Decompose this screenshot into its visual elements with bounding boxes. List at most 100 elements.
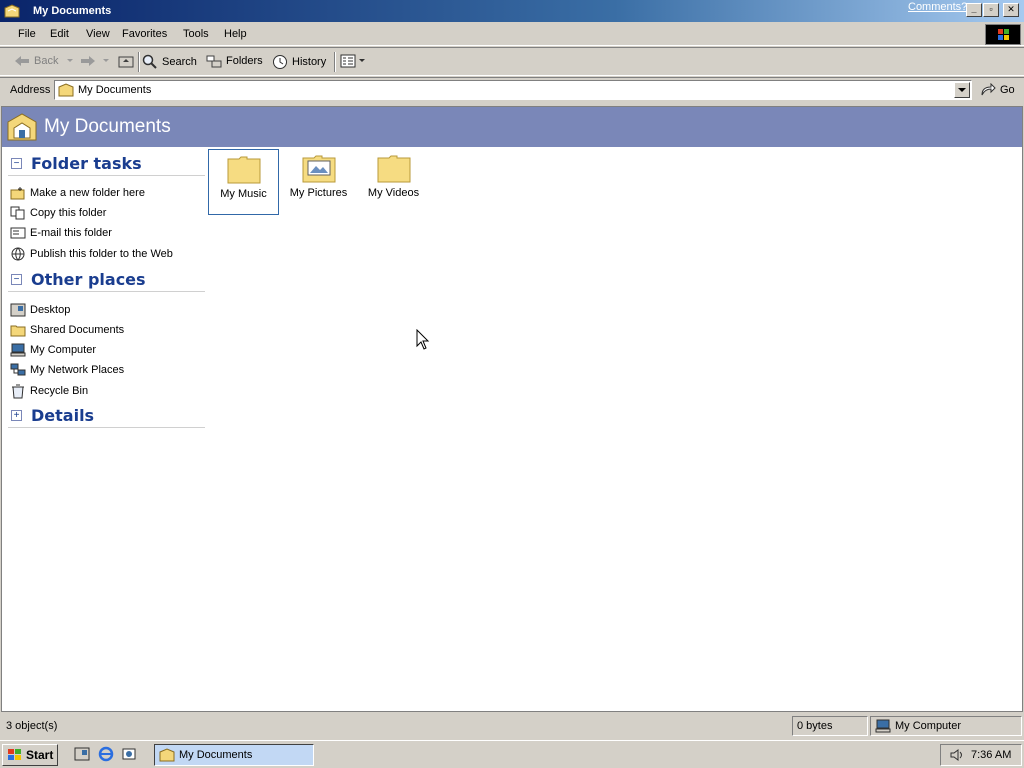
place-recycle-bin[interactable]: Recycle Bin — [10, 383, 88, 399]
back-button[interactable]: Back — [14, 54, 78, 68]
chevron-down-icon — [67, 59, 74, 62]
forward-arrow-icon — [81, 56, 95, 66]
search-icon — [142, 54, 157, 69]
comments-link[interactable]: Comments? — [908, 1, 967, 13]
status-location-label: My Computer — [895, 720, 962, 732]
up-folder-button[interactable] — [118, 54, 138, 68]
maximize-button[interactable]: ▫ — [983, 3, 999, 17]
folders-icon — [206, 55, 222, 68]
status-size: 0 bytes — [792, 716, 868, 736]
folder-home-icon — [4, 4, 20, 18]
menu-tools[interactable]: Tools — [183, 28, 209, 40]
toolbar: Back Search Folders History — [0, 47, 1024, 76]
folder-home-icon — [159, 748, 175, 762]
chevron-down-icon — [958, 88, 966, 92]
folder-my-videos[interactable]: My Videos — [358, 149, 429, 215]
place-label: Shared Documents — [30, 324, 125, 336]
menu-help[interactable]: Help — [224, 28, 247, 40]
task-copy-folder[interactable]: Copy this folder — [10, 206, 106, 220]
folder-icon — [10, 325, 26, 337]
folders-button[interactable]: Folders — [206, 54, 263, 68]
toolbar-separator — [138, 52, 140, 72]
place-label: Desktop — [30, 304, 71, 316]
address-dropdown-button[interactable] — [954, 82, 970, 98]
other-places-header[interactable]: − Other places — [8, 268, 205, 292]
network-icon — [10, 363, 26, 376]
menu-file[interactable]: File — [18, 28, 36, 40]
place-desktop[interactable]: Desktop — [10, 303, 70, 317]
explorer-content-area[interactable]: My Documents − Folder tasks Make a new f… — [1, 106, 1023, 712]
address-label: Address — [10, 84, 51, 96]
task-email-folder[interactable]: E-mail this folder — [10, 226, 112, 240]
go-button[interactable]: Go — [980, 83, 1015, 97]
window-title: My Documents — [33, 5, 112, 17]
start-label: Start — [26, 748, 54, 762]
place-label: My Computer — [30, 344, 97, 356]
menu-view[interactable]: View — [86, 28, 110, 40]
up-folder-icon — [118, 56, 134, 68]
views-button[interactable] — [340, 54, 370, 68]
go-label: Go — [1000, 84, 1015, 96]
views-icon — [340, 54, 356, 68]
computer-icon — [875, 719, 891, 733]
history-button[interactable]: History — [272, 54, 326, 70]
address-value: My Documents — [78, 84, 152, 96]
place-label: My Network Places — [30, 364, 125, 376]
task-label: E-mail this folder — [30, 227, 112, 239]
folder-tasks-header[interactable]: − Folder tasks — [8, 152, 205, 176]
go-arrow-icon — [981, 83, 996, 96]
expand-icon[interactable]: + — [11, 410, 22, 421]
copy-icon — [10, 206, 25, 220]
title-bar[interactable]: My Documents Comments? _ ▫ ✕ — [0, 0, 1024, 22]
folder-icon — [377, 155, 410, 183]
folder-icon — [227, 156, 260, 184]
toolbar-separator — [334, 52, 336, 72]
history-icon — [273, 55, 287, 69]
close-button[interactable]: ✕ — [1003, 3, 1019, 17]
taskbar-my-documents[interactable]: My Documents — [154, 744, 314, 766]
place-my-network-places[interactable]: My Network Places — [10, 363, 124, 377]
volume-icon[interactable] — [949, 748, 965, 762]
internet-explorer-icon[interactable] — [98, 746, 114, 762]
place-my-computer[interactable]: My Computer — [10, 343, 96, 357]
menu-favorites[interactable]: Favorites — [122, 28, 167, 40]
address-bar: Address My Documents Go — [0, 77, 1024, 103]
folder-my-pictures[interactable]: My Pictures — [283, 149, 354, 215]
search-label: Search — [162, 56, 197, 68]
status-bar: 3 object(s) 0 bytes My Computer — [0, 714, 1024, 738]
place-shared-documents[interactable]: Shared Documents — [10, 323, 124, 337]
folder-home-icon — [7, 113, 37, 141]
history-label: History — [292, 56, 327, 68]
chevron-down-icon — [103, 59, 109, 62]
show-desktop-icon[interactable] — [74, 746, 90, 762]
folder-home-icon — [58, 83, 74, 97]
task-label: Publish this folder to the Web — [30, 248, 173, 260]
folders-label: Folders — [226, 55, 263, 67]
collapse-icon[interactable]: − — [11, 274, 22, 285]
other-places-title: Other places — [31, 270, 146, 289]
folder-label: My Pictures — [289, 187, 348, 199]
forward-button[interactable] — [80, 54, 114, 68]
menu-edit[interactable]: Edit — [50, 28, 69, 40]
email-icon — [10, 227, 26, 239]
back-arrow-icon — [15, 56, 29, 66]
task-label: Make a new folder here — [30, 187, 145, 199]
address-input[interactable]: My Documents — [54, 80, 972, 100]
clock: 7:36 AM — [971, 749, 1012, 761]
banner-title: My Documents — [44, 116, 171, 137]
task-publish-folder[interactable]: Publish this folder to the Web — [10, 246, 173, 262]
details-header[interactable]: + Details — [8, 404, 205, 428]
search-button[interactable]: Search — [142, 54, 197, 70]
collapse-icon[interactable]: − — [11, 158, 22, 169]
computer-icon — [10, 343, 26, 357]
outlook-express-icon[interactable] — [121, 746, 137, 762]
minimize-button[interactable]: _ — [966, 3, 982, 17]
task-make-new-folder[interactable]: Make a new folder here — [10, 186, 145, 200]
folder-my-music[interactable]: My Music — [208, 149, 279, 215]
new-folder-icon — [10, 187, 25, 200]
folder-tasks-title: Folder tasks — [31, 154, 142, 173]
windows-logo-icon — [8, 749, 21, 760]
start-button[interactable]: Start — [2, 744, 58, 766]
menu-bar: File Edit View Favorites Tools Help — [0, 23, 1024, 46]
desktop-icon — [10, 303, 26, 317]
